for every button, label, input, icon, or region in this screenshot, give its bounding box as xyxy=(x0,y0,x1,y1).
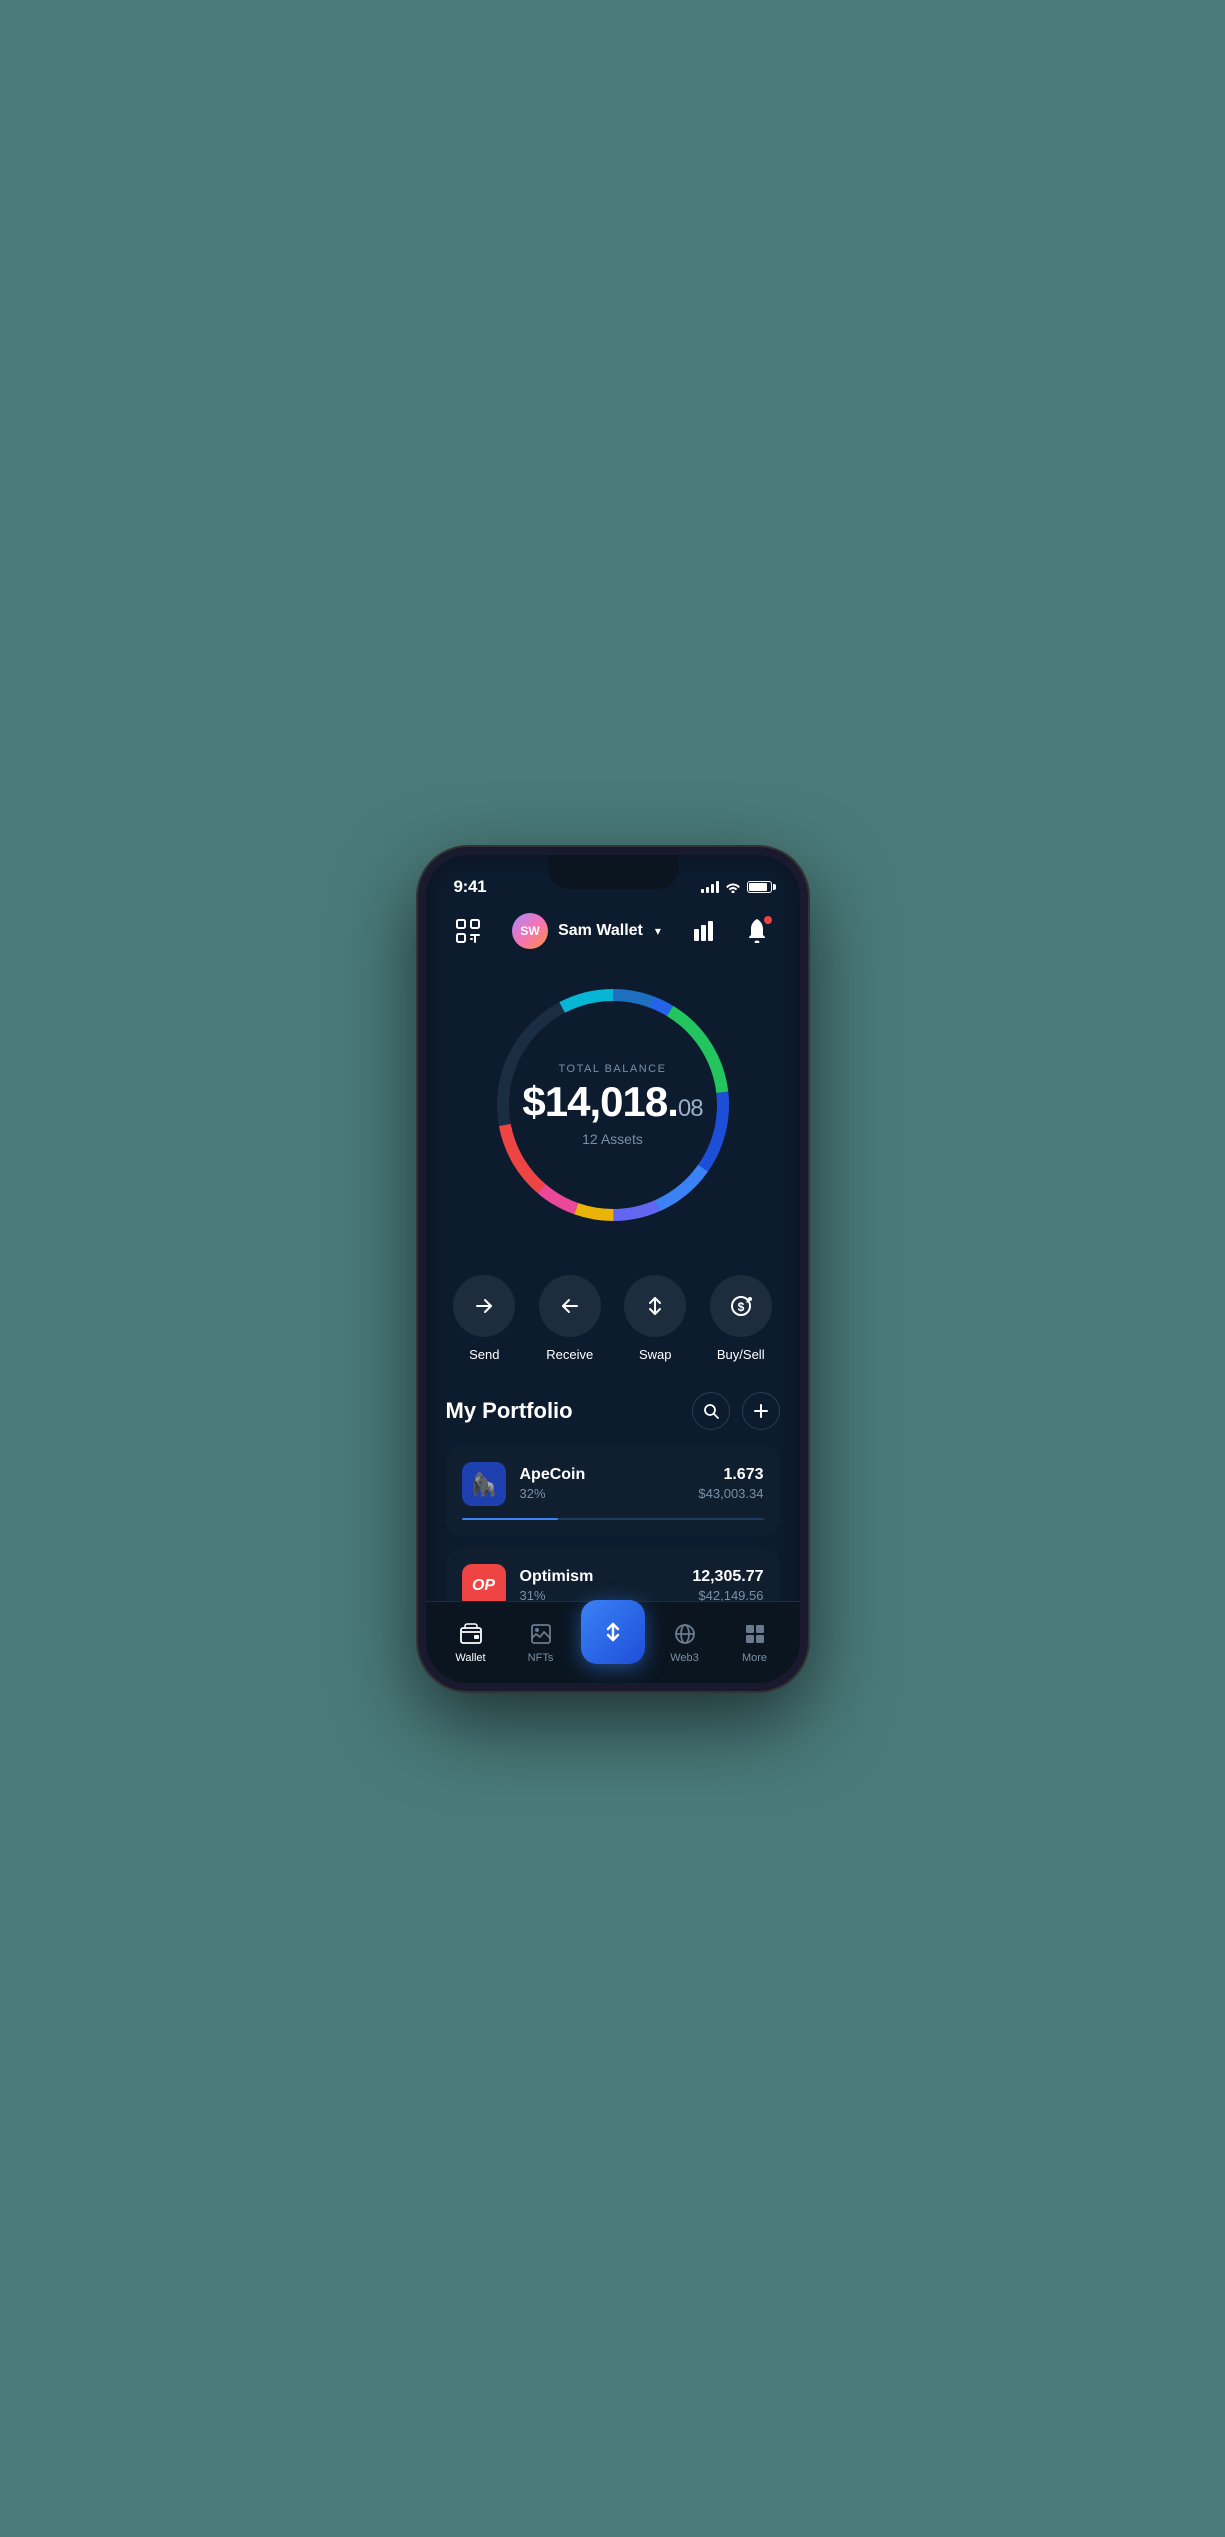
asset-row: 🦍 ApeCoin 32% 1.673 $43,003.34 xyxy=(462,1462,764,1506)
optimism-details: Optimism 31% xyxy=(520,1568,679,1601)
nav-nfts[interactable]: NFTs xyxy=(511,1620,571,1664)
nav-web3-label: Web3 xyxy=(670,1652,699,1664)
receive-button[interactable]: Receive xyxy=(539,1275,601,1362)
apecoin-usd: $43,003.34 xyxy=(698,1486,763,1501)
svg-text:🦍: 🦍 xyxy=(470,1472,497,1497)
buysell-label: Buy/Sell xyxy=(717,1347,765,1362)
svg-text:$: $ xyxy=(737,1300,744,1314)
optimism-percent: 31% xyxy=(520,1588,679,1601)
swap-button[interactable]: Swap xyxy=(624,1275,686,1362)
apecoin-progress-fill xyxy=(462,1518,559,1520)
scroll-content[interactable]: SW Sam Wallet ▾ xyxy=(426,905,800,1601)
swap-label: Swap xyxy=(639,1347,672,1362)
optimism-usd: $42,149.56 xyxy=(692,1588,763,1601)
notification-dot xyxy=(763,915,773,925)
apecoin-name: ApeCoin xyxy=(520,1466,685,1484)
balance-section: TOTAL BALANCE $14,018.08 12 Assets xyxy=(426,965,800,1255)
signal-bars-icon xyxy=(701,881,719,893)
optimism-name: Optimism xyxy=(520,1568,679,1586)
avatar: SW xyxy=(512,913,548,949)
chevron-down-icon: ▾ xyxy=(655,924,661,938)
send-button[interactable]: Send xyxy=(453,1275,515,1362)
action-buttons: Send Receive xyxy=(426,1255,800,1372)
user-menu[interactable]: SW Sam Wallet ▾ xyxy=(512,913,661,949)
status-icons xyxy=(701,881,772,893)
portfolio-header: My Portfolio xyxy=(446,1392,780,1430)
wallet-icon xyxy=(457,1620,485,1648)
portfolio-title: My Portfolio xyxy=(446,1398,573,1424)
wifi-icon xyxy=(725,881,741,893)
optimism-values: 12,305.77 $42,149.56 xyxy=(692,1568,763,1601)
asset-card-apecoin[interactable]: 🦍 ApeCoin 32% 1.673 $43,003.34 xyxy=(446,1446,780,1536)
portfolio-search-button[interactable] xyxy=(692,1392,730,1430)
chart-button[interactable] xyxy=(687,913,723,949)
nav-more-label: More xyxy=(742,1652,767,1664)
bottom-nav: Wallet NFTs xyxy=(426,1601,800,1683)
balance-label: TOTAL BALANCE xyxy=(522,1063,702,1075)
send-label: Send xyxy=(469,1347,499,1362)
nav-wallet-label: Wallet xyxy=(455,1652,485,1664)
apecoin-details: ApeCoin 32% xyxy=(520,1466,685,1501)
asset-card-optimism[interactable]: OP Optimism 31% 12,305.77 $42,149.56 xyxy=(446,1548,780,1601)
notification-button[interactable] xyxy=(739,913,775,949)
scan-button[interactable] xyxy=(450,913,486,949)
receive-label: Receive xyxy=(546,1347,593,1362)
portfolio-section: My Portfolio xyxy=(426,1372,800,1601)
user-name: Sam Wallet xyxy=(558,922,643,940)
buysell-button[interactable]: $ Buy/Sell xyxy=(710,1275,772,1362)
nav-center-button[interactable] xyxy=(581,1600,645,1664)
nav-nfts-label: NFTs xyxy=(528,1652,554,1664)
balance-assets: 12 Assets xyxy=(522,1131,702,1147)
optimism-amount: 12,305.77 xyxy=(692,1568,763,1586)
nav-more[interactable]: More xyxy=(725,1620,785,1664)
balance-amount: $14,018.08 xyxy=(522,1081,702,1123)
nav-web3[interactable]: Web3 xyxy=(655,1620,715,1664)
app-header: SW Sam Wallet ▾ xyxy=(426,905,800,965)
nav-wallet[interactable]: Wallet xyxy=(441,1620,501,1664)
apecoin-amount: 1.673 xyxy=(698,1466,763,1484)
status-time: 9:41 xyxy=(454,877,487,897)
apecoin-values: 1.673 $43,003.34 xyxy=(698,1466,763,1501)
nfts-icon xyxy=(527,1620,555,1648)
asset-row: OP Optimism 31% 12,305.77 $42,149.56 xyxy=(462,1564,764,1601)
donut-chart: TOTAL BALANCE $14,018.08 12 Assets xyxy=(483,975,743,1235)
battery-icon xyxy=(747,881,772,893)
header-actions xyxy=(687,913,775,949)
web3-icon xyxy=(671,1620,699,1648)
portfolio-actions xyxy=(692,1392,780,1430)
optimism-icon: OP xyxy=(462,1564,506,1601)
apecoin-percent: 32% xyxy=(520,1486,685,1501)
portfolio-add-button[interactable] xyxy=(742,1392,780,1430)
apecoin-progress-bar xyxy=(462,1518,764,1520)
more-icon xyxy=(741,1620,769,1648)
balance-info: TOTAL BALANCE $14,018.08 12 Assets xyxy=(522,1063,702,1147)
apecoin-icon: 🦍 xyxy=(462,1462,506,1506)
